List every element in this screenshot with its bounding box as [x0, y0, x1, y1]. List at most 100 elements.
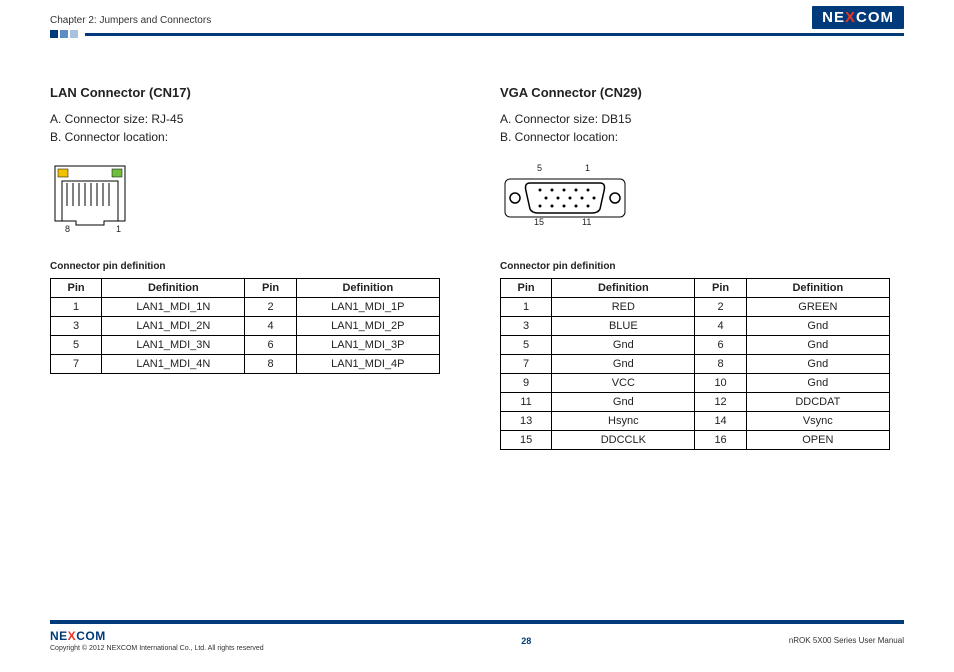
- table-cell: 5: [51, 336, 102, 355]
- table-row: 7Gnd8Gnd: [501, 355, 890, 374]
- table-cell: 11: [501, 393, 552, 412]
- spec-line: A. Connector size: DB15: [500, 110, 900, 128]
- table-row: 15DDCCLK16OPEN: [501, 431, 890, 450]
- th-def: Definition: [746, 279, 889, 298]
- nexcom-logo-small: NEXCOM: [50, 629, 106, 643]
- page-footer: NEXCOM Copyright © 2012 NEXCOM Internati…: [50, 620, 904, 652]
- copyright-text: Copyright © 2012 NEXCOM International Co…: [50, 645, 264, 652]
- logo-part: COM: [856, 9, 894, 26]
- db15-diagram: 5 1 15 11: [500, 161, 900, 251]
- table-cell: 7: [51, 355, 102, 374]
- table-cell: LAN1_MDI_1N: [102, 298, 245, 317]
- th-pin: Pin: [501, 279, 552, 298]
- square-icon: [50, 30, 58, 38]
- square-icon: [60, 30, 68, 38]
- table-cell: 5: [501, 336, 552, 355]
- table-cell: BLUE: [552, 317, 695, 336]
- table-cell: 9: [501, 374, 552, 393]
- table-cell: 6: [245, 336, 296, 355]
- table-cell: LAN1_MDI_4N: [102, 355, 245, 374]
- table-cell: 2: [695, 298, 746, 317]
- table-cell: OPEN: [746, 431, 889, 450]
- table-cell: 10: [695, 374, 746, 393]
- chapter-title: Chapter 2: Jumpers and Connectors: [50, 15, 904, 26]
- pin-label: 15: [534, 217, 544, 227]
- table-cell: Gnd: [552, 355, 695, 374]
- logo-part: NE: [822, 9, 845, 26]
- table-cell: 8: [695, 355, 746, 374]
- table-row: 13Hsync14Vsync: [501, 412, 890, 431]
- table-cell: 8: [245, 355, 296, 374]
- table-row: 5LAN1_MDI_3N6LAN1_MDI_3P: [51, 336, 440, 355]
- logo-x: X: [845, 9, 856, 26]
- footer-rule: [50, 620, 904, 626]
- pin-label: 11: [582, 217, 591, 227]
- table-cell: LAN1_MDI_4P: [296, 355, 439, 374]
- table-cell: 12: [695, 393, 746, 412]
- spec-line: B. Connector location:: [500, 128, 900, 146]
- table-cell: 16: [695, 431, 746, 450]
- th-def: Definition: [296, 279, 439, 298]
- table-cell: RED: [552, 298, 695, 317]
- table-row: 1LAN1_MDI_1N2LAN1_MDI_1P: [51, 298, 440, 317]
- divider: [85, 33, 904, 36]
- table-cell: 3: [51, 317, 102, 336]
- table-cell: 15: [501, 431, 552, 450]
- th-pin: Pin: [695, 279, 746, 298]
- table-cell: Gnd: [746, 355, 889, 374]
- rj45-diagram: 8 1: [50, 161, 450, 251]
- table-row: 11Gnd12DDCDAT: [501, 393, 890, 412]
- table-cell: Gnd: [746, 336, 889, 355]
- table-cell: Gnd: [552, 336, 695, 355]
- table-cell: 3: [501, 317, 552, 336]
- spec-line: A. Connector size: RJ-45: [50, 110, 450, 128]
- header-squares: [50, 30, 78, 38]
- table-cell: LAN1_MDI_2P: [296, 317, 439, 336]
- section-title: LAN Connector (CN17): [50, 85, 450, 100]
- table-caption: Connector pin definition: [50, 261, 450, 272]
- table-cell: 4: [695, 317, 746, 336]
- page-number: 28: [521, 636, 531, 646]
- table-cell: Gnd: [552, 393, 695, 412]
- section-title: VGA Connector (CN29): [500, 85, 900, 100]
- pin-label: 8: [65, 224, 70, 234]
- table-cell: Gnd: [746, 374, 889, 393]
- table-row: 9VCC10Gnd: [501, 374, 890, 393]
- table-cell: VCC: [552, 374, 695, 393]
- table-cell: Vsync: [746, 412, 889, 431]
- pin-label: 1: [585, 163, 590, 173]
- nexcom-logo: NEXCOM: [812, 6, 904, 29]
- table-cell: 13: [501, 412, 552, 431]
- manual-name: nROK 5X00 Series User Manual: [789, 636, 904, 645]
- vga-pin-table: Pin Definition Pin Definition 1RED2GREEN…: [500, 278, 890, 450]
- th-pin: Pin: [245, 279, 296, 298]
- table-row: 3LAN1_MDI_2N4LAN1_MDI_2P: [51, 317, 440, 336]
- spec-line: B. Connector location:: [50, 128, 450, 146]
- table-cell: LAN1_MDI_1P: [296, 298, 439, 317]
- table-caption: Connector pin definition: [500, 261, 900, 272]
- lan-section: LAN Connector (CN17) A. Connector size: …: [50, 85, 450, 450]
- header-rule: [50, 30, 904, 40]
- th-def: Definition: [552, 279, 695, 298]
- lan-pin-table: Pin Definition Pin Definition 1LAN1_MDI_…: [50, 278, 440, 374]
- table-row: 1RED2GREEN: [501, 298, 890, 317]
- table-row: 5Gnd6Gnd: [501, 336, 890, 355]
- table-cell: 1: [51, 298, 102, 317]
- table-cell: GREEN: [746, 298, 889, 317]
- table-cell: 1: [501, 298, 552, 317]
- table-cell: 6: [695, 336, 746, 355]
- table-cell: 2: [245, 298, 296, 317]
- table-row: 3BLUE4Gnd: [501, 317, 890, 336]
- table-cell: LAN1_MDI_3P: [296, 336, 439, 355]
- th-def: Definition: [102, 279, 245, 298]
- table-cell: LAN1_MDI_2N: [102, 317, 245, 336]
- pin-label: 1: [116, 224, 121, 234]
- table-cell: DDCCLK: [552, 431, 695, 450]
- vga-section: VGA Connector (CN29) A. Connector size: …: [500, 85, 900, 450]
- table-cell: 7: [501, 355, 552, 374]
- table-row: 7LAN1_MDI_4N8LAN1_MDI_4P: [51, 355, 440, 374]
- table-cell: DDCDAT: [746, 393, 889, 412]
- table-cell: 14: [695, 412, 746, 431]
- table-cell: Gnd: [746, 317, 889, 336]
- footer-left: NEXCOM Copyright © 2012 NEXCOM Internati…: [50, 629, 264, 652]
